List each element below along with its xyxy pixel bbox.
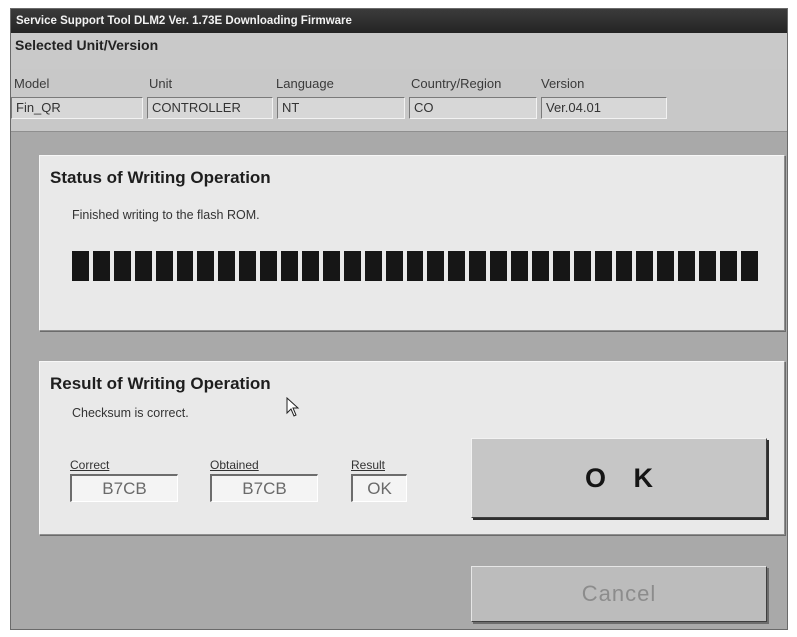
progress-segment [720,251,737,281]
correct-group: Correct B7CB [70,458,178,502]
version-field: Ver.04.01 [541,97,667,119]
mouse-pointer-icon [286,397,300,417]
model-label: Model [14,76,50,91]
progress-segment [155,251,173,281]
progress-segment [490,251,508,281]
progress-segment [636,251,654,281]
result-label: Result [351,458,386,472]
correct-value: B7CB [70,474,178,502]
progress-segment [699,251,717,281]
unit-version-info: Model Unit Language Country/Region Versi… [11,69,787,132]
progress-segment [281,251,298,281]
language-label: Language [276,76,334,91]
language-field: NT [277,97,405,119]
firmware-download-window: Service Support Tool DLM2 Ver. 1.73E Dow… [10,8,788,630]
obtained-value: B7CB [210,474,318,502]
version-label: Version [541,76,585,91]
obtained-label: Obtained [210,458,259,472]
progress-segment [741,251,758,281]
title-bar: Service Support Tool DLM2 Ver. 1.73E Dow… [11,9,787,33]
progress-segment [72,251,89,281]
unit-label: Unit [149,76,173,91]
progress-segment [239,251,257,281]
obtained-group: Obtained B7CB [210,458,318,502]
progress-segment [364,251,382,281]
selected-unit-title: Selected Unit/Version [15,37,159,53]
progress-segment [260,251,278,281]
ok-button[interactable]: O K [471,438,767,518]
progress-segment [385,251,403,281]
result-title: Result of Writing Operation [50,374,271,393]
result-panel: Result of Writing Operation Checksum is … [39,361,785,535]
progress-segment [113,251,131,281]
result-message: Checksum is correct. [72,406,189,420]
progress-segment [301,251,319,281]
progress-segment [218,251,236,281]
model-field: Fin_QR [11,97,143,119]
status-title: Status of Writing Operation [50,168,271,187]
progress-segment [573,251,591,281]
status-message: Finished writing to the flash ROM. [72,208,260,222]
progress-segment [134,251,152,281]
selected-unit-header: Selected Unit/Version [11,33,787,69]
progress-segment [678,251,696,281]
progress-segment [406,251,424,281]
progress-segment [511,251,528,281]
progress-segment [531,251,549,281]
cancel-button[interactable]: Cancel [471,566,767,622]
progress-bar [72,251,762,281]
result-value: OK [351,474,407,502]
progress-segment [322,251,340,281]
result-group: Result OK [351,458,407,502]
progress-segment [197,251,215,281]
progress-segment [615,251,633,281]
correct-label: Correct [70,458,110,472]
progress-segment [427,251,445,281]
country-region-label: Country/Region [411,76,502,91]
progress-segment [657,251,675,281]
progress-segment [448,251,466,281]
progress-segment [469,251,487,281]
progress-segment [552,251,570,281]
progress-segment [92,251,110,281]
progress-segment [594,251,612,281]
progress-segment [176,251,194,281]
progress-segment [343,251,361,281]
country-region-field: CO [409,97,537,119]
unit-field: CONTROLLER [147,97,273,119]
status-panel: Status of Writing Operation Finished wri… [39,155,785,331]
